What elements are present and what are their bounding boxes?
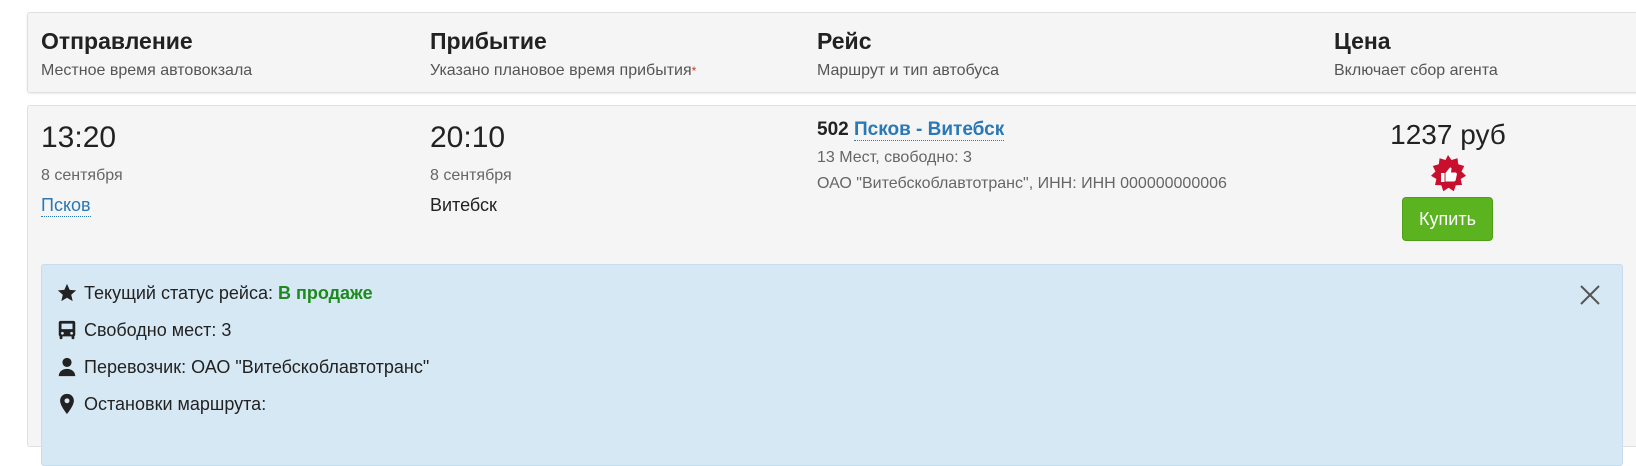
info-status-value: В продаже [277,283,373,303]
buy-button[interactable]: Купить [1402,197,1493,241]
header-price: Цена Включает сбор агента [1334,27,1498,81]
arrival-cell: 20:10 8 сентября Витебск [430,120,512,216]
route-name-link[interactable]: Псков - Витебск [853,119,1005,141]
header-departure-title: Отправление [41,28,193,54]
header-departure-subtitle: Местное время автовокзала [41,62,253,79]
header-price-title: Цена [1334,28,1391,54]
departure-cell: 13:20 8 сентября Псков [41,120,123,217]
close-icon[interactable] [1578,283,1602,307]
header-arrival-title: Прибытие [430,28,547,54]
arrival-city: Витебск [430,195,497,215]
star-icon [56,282,78,304]
departure-city-link[interactable]: Псков [41,194,91,217]
info-carrier-row: Перевозчик: ОАО "Витебскоблавтотранс" [56,356,429,378]
header-price-subtitle: Включает сбор агента [1334,62,1498,79]
trip-info-panel: Текущий статус рейса: В продаже Свободно… [41,264,1623,466]
route-seats: 13 Мест, свободно: 3 [817,149,972,166]
header-departure: Отправление Местное время автовокзала [41,27,252,81]
user-icon [56,356,78,378]
price-cell: 1237 руб [1358,118,1538,152]
price-value: 1237 руб [1390,119,1506,150]
info-stops-row: Остановки маршрута: [56,393,266,415]
header-trip: Рейс Маршрут и тип автобуса [817,27,999,81]
thumbs-up-badge-icon [1428,154,1468,199]
route-number: 502 [817,119,849,140]
header-arrival: Прибытие Указано плановое время прибытия… [430,27,696,81]
header-arrival-subtitle: Указано плановое время прибытия* [430,61,696,81]
header-arrival-subtitle-text: Указано плановое время прибытия [430,62,692,79]
required-mark: * [691,64,697,78]
arrival-date: 8 сентября [430,167,512,184]
info-stops-label: Остановки маршрута: [84,394,267,414]
route-carrier: ОАО "Витебскоблавтотранс", ИНН: ИНН 0000… [817,175,1227,192]
info-seats-text: Свободно мест: 3 [84,320,232,340]
trip-card: 13:20 8 сентября Псков 20:10 8 сентября … [27,105,1636,466]
arrival-time: 20:10 [430,121,506,154]
info-status-row: Текущий статус рейса: В продаже [56,282,373,304]
info-carrier-text: Перевозчик: ОАО "Витебскоблавтотранс" [84,357,430,377]
columns-header: Отправление Местное время автовокзала Пр… [27,12,1636,93]
bus-icon [56,319,78,341]
info-seats-row: Свободно мест: 3 [56,319,231,341]
departure-time: 13:20 [41,121,117,154]
departure-date: 8 сентября [41,167,123,184]
header-trip-subtitle: Маршрут и тип автобуса [817,62,1000,79]
info-status-label: Текущий статус рейса: [84,283,273,303]
map-marker-icon [56,393,78,415]
header-trip-title: Рейс [817,28,872,54]
route-title: 502 Псков - Витебск [817,118,1227,142]
route-cell: 502 Псков - Витебск 13 Мест, свободно: 3… [817,118,1227,194]
